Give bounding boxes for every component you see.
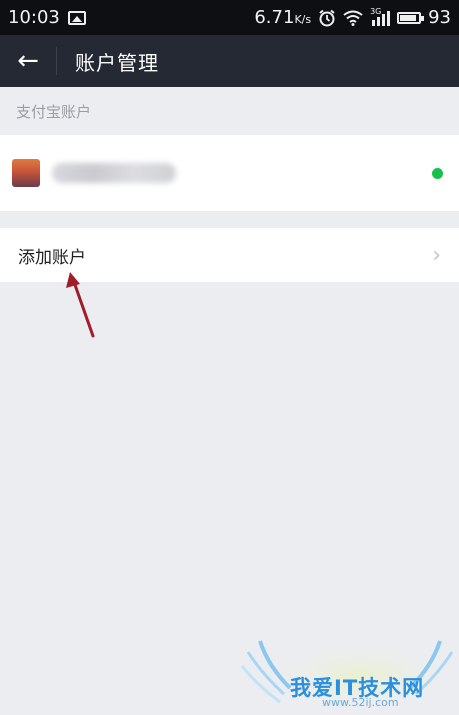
wifi-icon (343, 10, 363, 26)
chevron-right-icon: › (432, 242, 441, 268)
appbar-divider (56, 47, 57, 75)
site-watermark: 我爱IT技术网 www.52ij.com (240, 636, 455, 712)
app-bar: ← 账户管理 (0, 35, 459, 87)
network-speed: 6.71K/s (254, 7, 311, 28)
account-name-redacted (52, 163, 176, 183)
clock: 10:03 (8, 7, 60, 28)
status-icons: 6.71K/s 3G 93 (254, 7, 451, 29)
avatar (12, 159, 40, 187)
page-title: 账户管理 (75, 50, 159, 75)
back-button[interactable]: ← (0, 35, 56, 87)
battery-icon (397, 11, 425, 24)
add-account-label: 添加账户 (18, 247, 86, 268)
battery-level: 93 (428, 7, 451, 28)
status-bar: 10:03 6.71K/s 3G 93 (0, 0, 459, 35)
watermark-url: www.52ij.com (322, 696, 399, 709)
network-speed-unit: K/s (294, 13, 312, 26)
network-speed-value: 6.71 (254, 7, 295, 28)
active-status-dot (432, 167, 443, 179)
image-notification-icon (67, 10, 86, 25)
account-list-item[interactable] (0, 135, 459, 211)
section-header-alipay: 支付宝账户 (16, 102, 92, 121)
signal-3g-icon: 3G (370, 7, 391, 26)
annotation-arrow-icon (66, 272, 95, 338)
alarm-clock-icon (319, 9, 335, 26)
back-arrow-icon: ← (17, 46, 39, 76)
